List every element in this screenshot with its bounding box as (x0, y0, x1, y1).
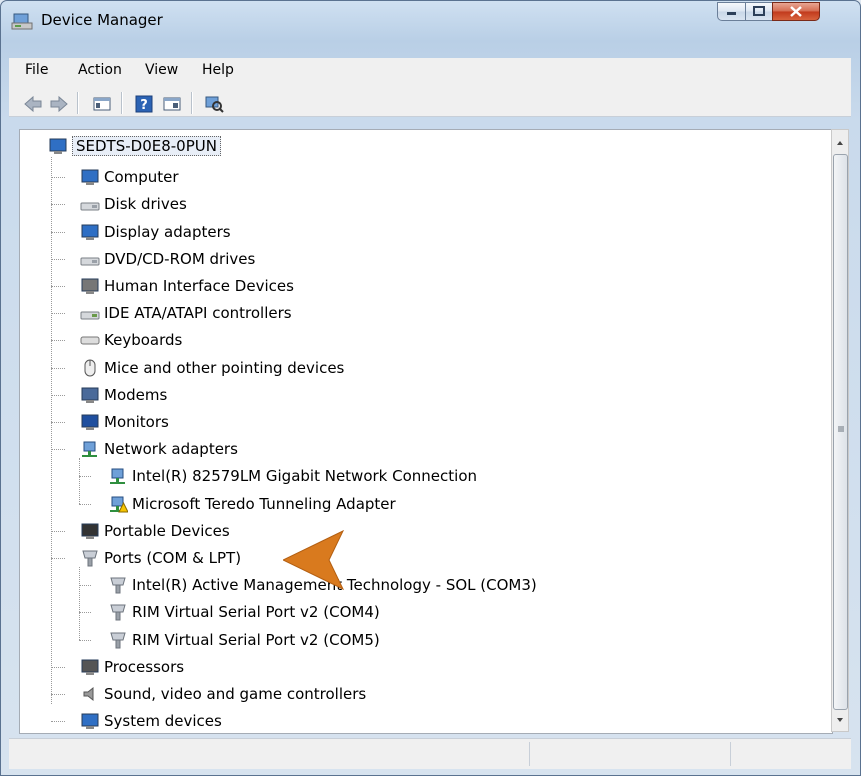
show-hide-console-tree-icon[interactable] (91, 93, 113, 115)
show-hide-action-pane-icon[interactable] (161, 93, 183, 115)
tree-category-label: Processors (104, 657, 185, 676)
tree-category[interactable]: Network adapters (20, 438, 800, 460)
status-cell (9, 742, 530, 766)
tree-category-label: Sound, video and game controllers (104, 685, 367, 703)
tree-category-label: Network adapters (104, 440, 238, 459)
tree-category-label: Modems (104, 385, 168, 404)
tree-category-label: Disk drives (104, 195, 187, 214)
tree-category[interactable]: Sound, video and game controllers (20, 683, 800, 705)
tree-category-label: Display adapters (104, 222, 231, 241)
tree-device[interactable]: Intel(R) 82579LM Gigabit Network Connect… (20, 465, 800, 487)
vertical-scrollbar[interactable] (831, 129, 849, 732)
scroll-down-arrow-icon[interactable] (835, 715, 845, 725)
toolbar-separator (121, 92, 123, 114)
tree-category-label: Portable Devices (104, 521, 230, 540)
tree-device-label: Intel(R) 82579LM Gigabit Network Connect… (132, 467, 477, 486)
tree-device[interactable]: Microsoft Teredo Tunneling Adapter (20, 493, 800, 515)
tree-connector (79, 458, 80, 504)
menu-file[interactable]: File (25, 62, 48, 78)
tree-device[interactable]: RIM Virtual Serial Port v2 (COM4) (20, 601, 800, 623)
tree-category[interactable]: DVD/CD-ROM drives (20, 248, 800, 270)
tree-category-label: Computer (104, 168, 179, 187)
window-title: Device Manager (41, 11, 163, 29)
tree-category[interactable]: Disk drives (20, 193, 800, 215)
menu-view[interactable]: View (145, 62, 178, 78)
svg-text:?: ? (140, 98, 148, 113)
tree-category[interactable]: Computer (20, 166, 800, 188)
device-tree[interactable]: SEDTS-D0E8-0PUN Computer Disk drives Displa… (19, 129, 833, 734)
tree-category[interactable]: Monitors (20, 411, 800, 433)
scroll-up-arrow-icon[interactable] (835, 138, 845, 148)
device-manager-icon (11, 13, 33, 30)
tree-device-label: RIM Virtual Serial Port v2 (COM5) (132, 630, 380, 649)
scan-hardware-changes-icon[interactable] (203, 93, 225, 115)
menu-help[interactable]: Help (202, 62, 234, 78)
minimize-button[interactable] (717, 2, 746, 21)
maximize-button[interactable] (745, 2, 773, 21)
tree-category-label: Mice and other pointing devices (104, 358, 345, 377)
tree-category-label: Human Interface Devices (104, 277, 294, 295)
tree-device-label: Microsoft Teredo Tunneling Adapter (132, 494, 396, 513)
tree-category[interactable]: Modems (20, 384, 800, 406)
tree-category-label: Ports (COM & LPT) (104, 549, 242, 567)
back-arrow-icon[interactable] (22, 93, 44, 115)
tree-root[interactable]: SEDTS-D0E8-0PUN (20, 135, 800, 157)
tree-device-label: RIM Virtual Serial Port v2 (COM4) (132, 603, 380, 622)
minimize-icon (727, 12, 736, 15)
title-bar[interactable]: Device Manager (1, 1, 860, 41)
tree-category[interactable]: Human Interface Devices (20, 275, 800, 297)
tree-category-label: IDE ATA/ATAPI controllers (104, 304, 292, 323)
status-bar (9, 738, 851, 769)
tree-category[interactable]: Mice and other pointing devices (20, 357, 800, 379)
tree-device[interactable]: RIM Virtual Serial Port v2 (COM5) (20, 629, 800, 651)
menu-action[interactable]: Action (78, 62, 122, 78)
tree-category[interactable]: Processors (20, 656, 800, 678)
forward-arrow-icon[interactable] (48, 93, 70, 115)
callout-arrow (283, 529, 345, 591)
status-cell (530, 742, 731, 766)
maximize-icon (753, 6, 765, 16)
scrollbar-thumb[interactable] (833, 154, 848, 710)
tree-category-label: Keyboards (104, 331, 183, 350)
tree-device[interactable]: Intel(R) Active Management Technology - … (20, 574, 800, 596)
tree-category-label: Monitors (104, 413, 169, 431)
tree-root-label: SEDTS-D0E8-0PUN (72, 136, 221, 156)
tree-connector (79, 567, 80, 640)
tree-category[interactable]: Keyboards (20, 329, 800, 351)
scrollbar-grip-icon (838, 426, 844, 432)
tree-category[interactable]: System devices (20, 710, 800, 732)
tree-category[interactable]: Ports (COM & LPT) (20, 547, 800, 569)
close-button[interactable] (772, 2, 820, 21)
help-icon[interactable]: ? (133, 93, 155, 115)
toolbar-separator (191, 92, 193, 114)
device-manager-window: Device Manager File Action View Help ? S… (0, 0, 861, 776)
tree-category[interactable]: IDE ATA/ATAPI controllers (20, 302, 800, 324)
toolbar-separator (77, 92, 79, 114)
tree-category[interactable]: Display adapters (20, 221, 800, 243)
tree-category-label: System devices (104, 712, 222, 731)
tree-category[interactable]: Portable Devices (20, 520, 800, 542)
tree-category-label: DVD/CD-ROM drives (104, 249, 256, 268)
close-icon (790, 6, 802, 17)
